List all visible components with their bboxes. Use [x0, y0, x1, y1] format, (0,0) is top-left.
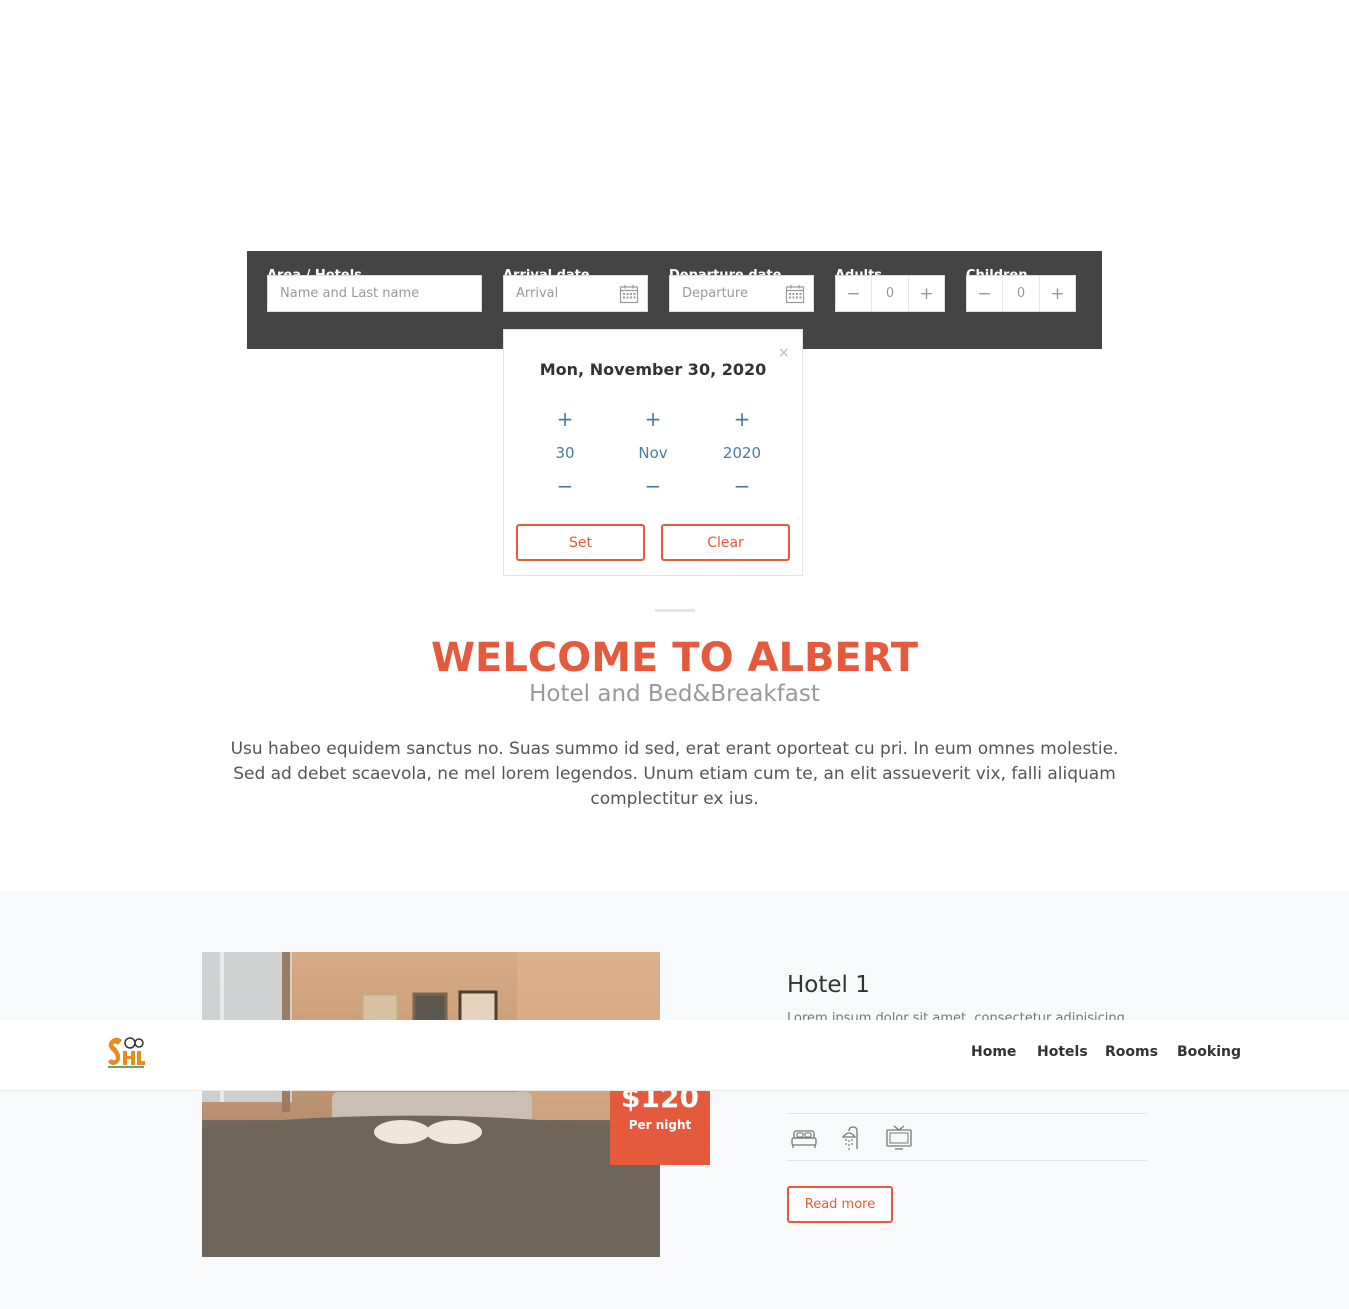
- section-divider: [655, 609, 695, 612]
- children-decrement-button[interactable]: −: [967, 276, 1002, 311]
- children-increment-button[interactable]: +: [1040, 276, 1075, 311]
- set-button[interactable]: Set: [516, 524, 645, 561]
- date-picker-title: Mon, November 30, 2020: [539, 360, 767, 379]
- hotel-name[interactable]: Hotel 1: [787, 970, 870, 1000]
- month-increment-button[interactable]: +: [608, 406, 698, 432]
- area-input[interactable]: [267, 275, 482, 312]
- children-value[interactable]: 0: [1002, 276, 1040, 311]
- children-stepper[interactable]: − 0 +: [966, 275, 1076, 312]
- month-value: Nov: [638, 444, 668, 462]
- day-column: + 30 −: [520, 406, 610, 496]
- year-decrement-button[interactable]: −: [697, 476, 787, 496]
- tv-icon: [886, 1125, 912, 1150]
- nav-link-hotels[interactable]: Hotels: [1037, 1042, 1088, 1062]
- nav-link-booking[interactable]: Booking: [1177, 1042, 1241, 1062]
- day-decrement-button[interactable]: −: [520, 476, 610, 496]
- amenities-divider-top: [787, 1113, 1147, 1114]
- bedroom-illustration: [202, 952, 660, 1257]
- date-picker-popup: × Mon, November 30, 2020 + 30 − + Nov − …: [503, 329, 803, 576]
- year-value: 2020: [722, 444, 762, 462]
- adults-increment-button[interactable]: +: [909, 276, 944, 311]
- site-logo[interactable]: [106, 1035, 146, 1069]
- amenities-divider-bottom: [787, 1160, 1147, 1161]
- day-increment-button[interactable]: +: [520, 406, 610, 432]
- nav-link-home[interactable]: Home: [971, 1042, 1016, 1062]
- year-increment-button[interactable]: +: [697, 406, 787, 432]
- calendar-icon[interactable]: [619, 284, 639, 304]
- close-icon[interactable]: ×: [778, 346, 790, 360]
- welcome-title: WELCOME TO ALBERT: [430, 635, 919, 681]
- main-navbar: Home Hotels Rooms Booking: [0, 1020, 1349, 1091]
- welcome-text: Usu habeo equidem sanctus no. Suas summo…: [230, 739, 1119, 809]
- welcome-subtitle: Hotel and Bed&Breakfast: [529, 681, 820, 707]
- year-column: + 2020 −: [697, 406, 787, 496]
- month-column: + Nov −: [608, 406, 698, 496]
- adults-decrement-button[interactable]: −: [836, 276, 871, 311]
- calendar-icon[interactable]: [785, 284, 805, 304]
- bed-icon: [791, 1130, 817, 1148]
- read-more-button[interactable]: Read more: [787, 1186, 893, 1223]
- shower-icon: [841, 1126, 858, 1150]
- day-value: 30: [555, 444, 575, 462]
- nav-link-rooms[interactable]: Rooms: [1105, 1042, 1158, 1062]
- clear-button[interactable]: Clear: [661, 524, 790, 561]
- hotel-room-image[interactable]: [202, 952, 660, 1257]
- adults-value[interactable]: 0: [871, 276, 909, 311]
- adults-stepper[interactable]: − 0 +: [835, 275, 945, 312]
- month-decrement-button[interactable]: −: [608, 476, 698, 496]
- price-unit: Per night: [628, 1118, 692, 1132]
